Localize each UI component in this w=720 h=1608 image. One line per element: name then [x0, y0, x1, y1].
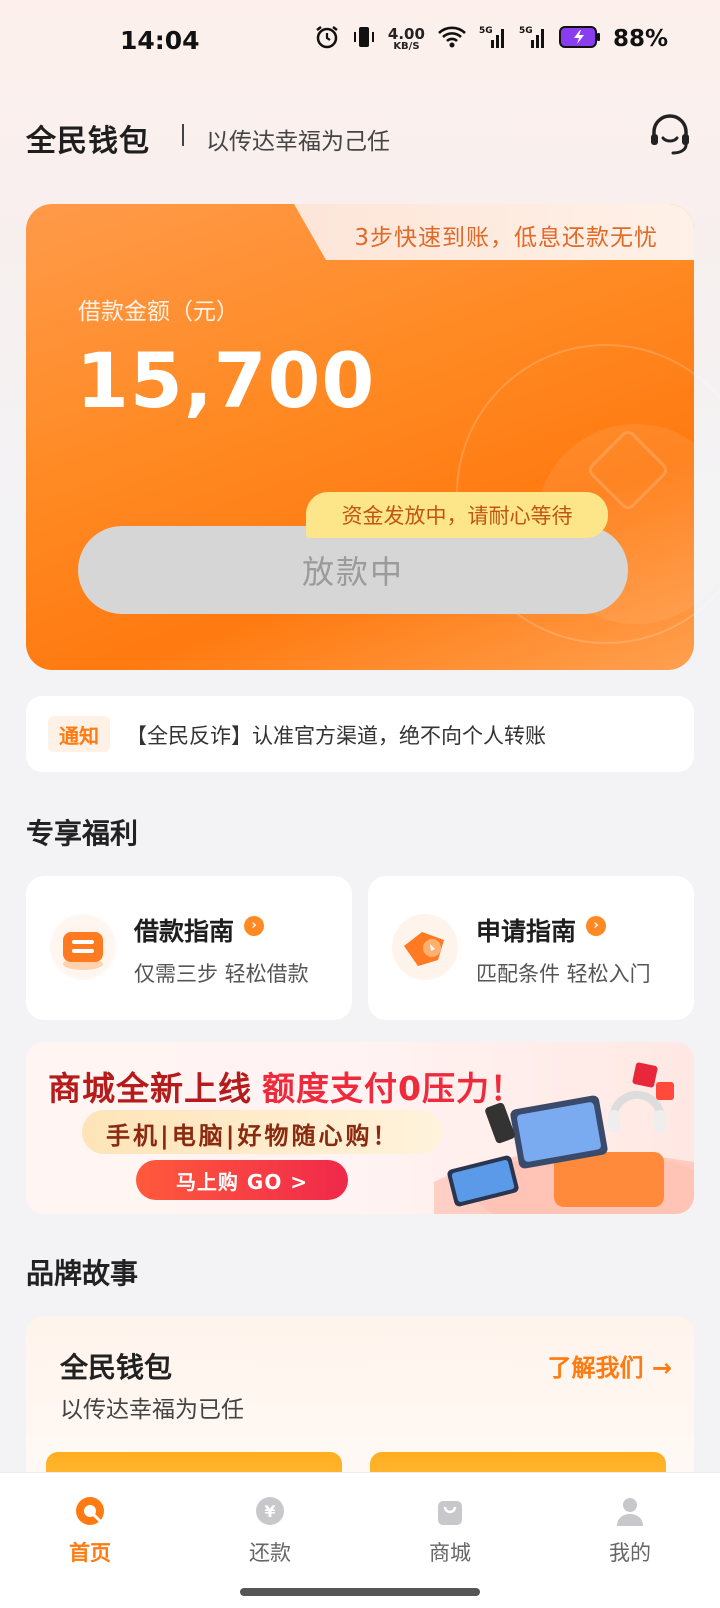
signal-icon-2: 5G — [519, 24, 547, 54]
amount-value: 15,700 — [76, 336, 376, 425]
status-time: 14:04 — [120, 26, 200, 55]
customer-service-icon — [651, 114, 689, 155]
home-icon — [76, 1497, 104, 1525]
notice-tag: 通知 — [48, 716, 110, 752]
wifi-icon — [437, 25, 467, 53]
disbursing-button[interactable]: 放款中 — [78, 526, 628, 614]
shop-icon — [438, 1501, 462, 1525]
notice-bar[interactable]: 通知 【全民反诈】认准官方渠道，绝不向个人转账 — [26, 696, 694, 772]
status-icons: 4.00 KB/S 5G 5G 88% — [314, 24, 668, 54]
net-speed: 4.00 KB/S — [387, 24, 425, 52]
bottom-navigation: 首页 ¥ 还款 商城 我的 — [0, 1472, 720, 1580]
section-title-brand-story: 品牌故事 — [26, 1257, 139, 1290]
svg-text:5G: 5G — [479, 26, 493, 36]
loan-guide-title: 借款指南 — [134, 917, 235, 946]
loan-guide-icon — [50, 914, 116, 980]
status-bubble: 资金发放中，请耐心等待 — [306, 492, 608, 538]
nav-profile[interactable]: 我的 — [540, 1473, 720, 1581]
header-divider — [182, 124, 184, 146]
shop-now-button[interactable]: 马上购 GO > — [136, 1160, 348, 1200]
products-illustration — [434, 1062, 694, 1214]
chevron-right-icon: › — [586, 916, 606, 936]
notice-text: 【全民反诈】认准官方渠道，绝不向个人转账 — [126, 724, 546, 748]
nav-profile-label: 我的 — [609, 1541, 651, 1565]
brand-title: 全民钱包 — [26, 124, 150, 159]
apply-guide-subtitle: 匹配条件 轻松入门 — [476, 962, 651, 986]
brand-story-name: 全民钱包 — [60, 1351, 173, 1384]
nav-shop-label: 商城 — [429, 1541, 471, 1565]
chevron-right-icon: › — [244, 916, 264, 936]
alarm-icon — [314, 24, 340, 54]
promo-strip: 3步快速到账，低息还款无忧 — [294, 204, 694, 260]
loan-guide-card[interactable]: 借款指南 › 仅需三步 轻松借款 — [26, 876, 352, 1020]
nav-shop[interactable]: 商城 — [360, 1473, 540, 1581]
battery-charging-icon — [558, 25, 601, 53]
net-speed-value: 4.00 — [387, 24, 425, 43]
apply-guide-card[interactable]: 申请指南 › 匹配条件 轻松入门 — [368, 876, 694, 1020]
about-us-link[interactable]: 了解我们 → — [548, 1348, 672, 1383]
amount-label: 借款金额（元） — [78, 299, 239, 325]
apply-guide-icon — [392, 914, 458, 980]
svg-text:5G: 5G — [519, 26, 533, 36]
nav-repay[interactable]: ¥ 还款 — [180, 1473, 360, 1581]
profile-icon — [617, 1498, 643, 1526]
mall-promo-banner[interactable]: 商城全新上线 额度支付0压力！ 手机|电脑|好物随心购！ 马上购 GO > — [26, 1042, 694, 1214]
app-header: 全民钱包 以传达幸福为己任 — [26, 110, 694, 160]
loan-guide-subtitle: 仅需三步 轻松借款 — [134, 962, 309, 986]
signal-icon-1: 5G — [479, 24, 507, 54]
brand-story-slogan: 以传达幸福为已任 — [60, 1397, 244, 1423]
customer-service-button[interactable] — [646, 110, 694, 158]
loan-card: 3步快速到账，低息还款无忧 借款金额（元） 15,700 放款中 资金发放中，请… — [26, 204, 720, 670]
apply-guide-title: 申请指南 — [476, 917, 577, 946]
vibrate-icon — [352, 24, 376, 54]
nav-home[interactable]: 首页 — [0, 1473, 180, 1581]
nav-repay-label: 还款 — [249, 1541, 291, 1565]
nav-home-label: 首页 — [69, 1541, 111, 1565]
svg-text:¥: ¥ — [264, 1502, 275, 1521]
brand-slogan: 以传达幸福为己任 — [206, 129, 390, 155]
banner-title-main: 商城全新上线 — [48, 1069, 252, 1108]
repay-icon: ¥ — [256, 1497, 284, 1525]
promo-text: 3步快速到账，低息还款无忧 — [354, 225, 658, 251]
status-bar: 14:04 4.00 KB/S 5G 5G 88% — [0, 0, 720, 84]
battery-percent: 88% — [612, 26, 668, 52]
home-gesture-bar[interactable] — [240, 1588, 480, 1596]
banner-subtitle: 手机|电脑|好物随心购！ — [106, 1122, 400, 1150]
section-title-benefits: 专享福利 — [26, 817, 139, 850]
net-speed-unit: KB/S — [393, 40, 420, 52]
